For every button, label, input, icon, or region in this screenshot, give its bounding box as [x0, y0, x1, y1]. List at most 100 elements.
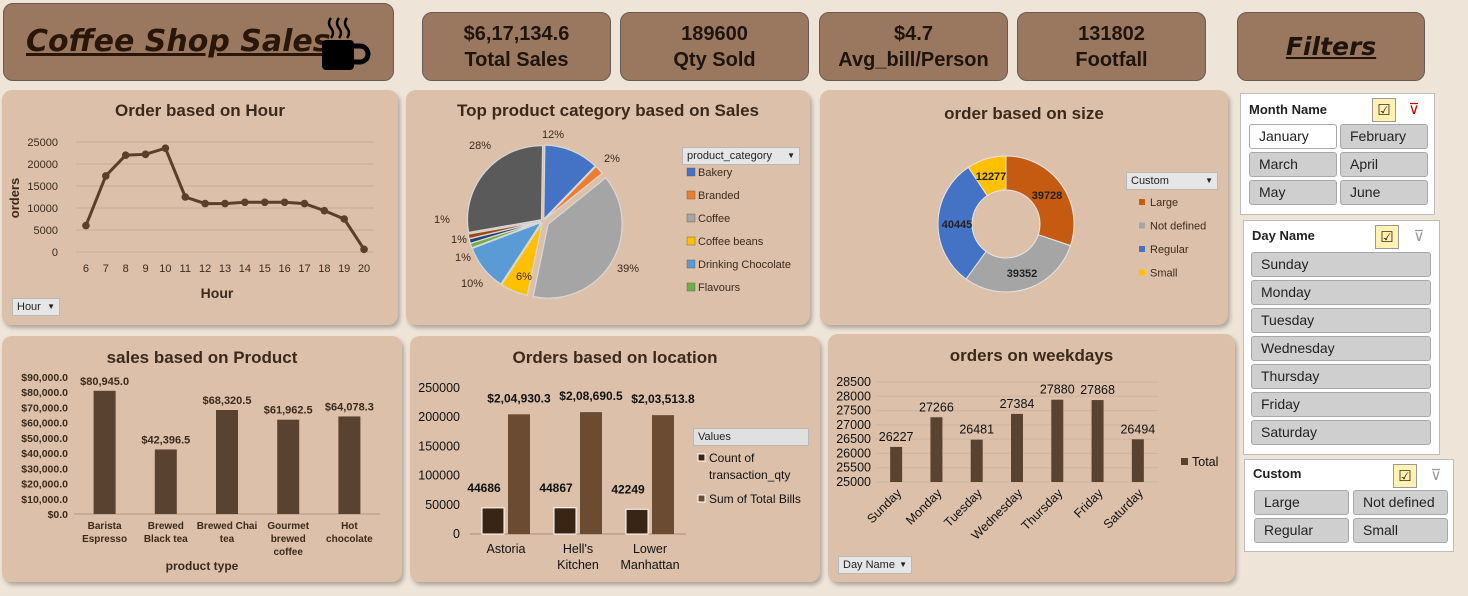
data-point	[201, 199, 209, 208]
x-tick-label: Gourmet	[267, 521, 309, 532]
slicer-item-january[interactable]: January	[1249, 124, 1337, 149]
kpi-label: Footfall	[1075, 48, 1148, 71]
pie-data-label: 1%	[455, 252, 471, 264]
slicer-item-large[interactable]: Large	[1254, 490, 1349, 515]
y-tick-label: $10,000.0	[21, 494, 68, 506]
clear-filter-icon[interactable]: ⊽	[1425, 464, 1447, 486]
data-point	[121, 151, 130, 159]
multi-select-icon[interactable]: ☑	[1372, 98, 1396, 122]
x-tick-label: 9	[142, 263, 148, 275]
legend-swatch	[686, 236, 696, 246]
bar-data-label: $80,945.0	[80, 376, 129, 388]
x-tick-label: Thursday	[1019, 486, 1066, 533]
slicer-item-may[interactable]: May	[1249, 180, 1337, 205]
legend-entry: Small	[1150, 268, 1178, 280]
clear-filter-icon[interactable]: ⊽	[1408, 225, 1430, 247]
slicer-item-wednesday[interactable]: Wednesday	[1251, 336, 1431, 361]
kpi-value: $4.7	[894, 22, 933, 45]
y-tick-label: 10000	[27, 203, 58, 215]
legend-entry: Bakery	[698, 167, 733, 179]
x-tick-label: 11	[180, 263, 191, 275]
pie-data-label: 1%	[434, 214, 450, 226]
bar-data-label: $2,08,690.5	[559, 389, 623, 403]
size-legend-filter[interactable]: Custom ▼	[1126, 172, 1218, 190]
legend-entry: Branded	[698, 190, 740, 202]
legend-swatch	[1139, 269, 1145, 276]
y-tick-label: 25000	[836, 475, 871, 489]
slicer-item-small[interactable]: Small	[1353, 518, 1448, 543]
y-tick-label: 250000	[418, 381, 460, 395]
bar	[338, 416, 361, 514]
slicer-item-june[interactable]: June	[1340, 180, 1428, 205]
x-tick-label: 16	[278, 263, 290, 275]
product-bar-chart: $90,000.0 $80,000.0 $70,000.0 $60,000.0 $50,…	[21, 372, 380, 573]
bar-data-label: 27868	[1080, 383, 1115, 397]
filters-header: Filters	[1237, 12, 1425, 81]
data-point	[260, 198, 269, 207]
day-slicer: Day Name ☑ ⊽ Sunday Monday Tuesday Wedne…	[1243, 220, 1440, 455]
weekdays-bar-chart: 2850028000275002700026500260002550025000…	[836, 375, 1218, 543]
bar	[1011, 413, 1023, 482]
data-point	[280, 198, 289, 207]
y-tick-label: 200000	[418, 410, 460, 424]
slicer-item-monday[interactable]: Monday	[1251, 280, 1431, 305]
hour-line-chart: 25000 20000 15000 10000 5000 0 6 7 8 9 10 11 12 13 14 1…	[7, 137, 374, 301]
y-tick-label: 20000	[27, 159, 58, 171]
slicer-item-february[interactable]: February	[1340, 124, 1428, 149]
x-tick-label: Manhattan	[620, 558, 679, 572]
x-tick-label: Espresso	[82, 534, 127, 545]
slicer-item-march[interactable]: March	[1249, 152, 1337, 177]
multi-select-icon[interactable]: ☑	[1375, 225, 1399, 249]
legend-entry: Coffee beans	[698, 236, 764, 248]
bar-data-label: $42,396.5	[141, 434, 190, 446]
slicer-item-friday[interactable]: Friday	[1251, 392, 1431, 417]
bar	[1051, 399, 1064, 482]
legend-swatch	[1139, 222, 1145, 229]
kpi-value: 131802	[1078, 22, 1145, 45]
y-axis-label: orders	[7, 178, 22, 218]
bar-data-label: 26227	[879, 430, 914, 444]
x-tick-label: 10	[159, 263, 171, 275]
x-tick-label: Black tea	[144, 534, 188, 545]
location-legend-title[interactable]: Values	[693, 428, 809, 446]
legend-swatch	[686, 190, 696, 200]
hour-field-button[interactable]: Hour ▼	[12, 298, 60, 316]
bar	[930, 417, 943, 482]
series-line	[84, 146, 366, 251]
pie-slice	[466, 145, 544, 234]
day-name-field-button[interactable]: Day Name ▼	[838, 556, 912, 574]
y-tick-label: 15000	[27, 181, 58, 193]
custom-slicer: Custom ☑ ⊽ Large Not defined Regular Sma…	[1244, 459, 1454, 552]
y-tick-label: $40,000.0	[21, 448, 68, 460]
x-axis-label: product type	[166, 559, 239, 573]
y-tick-label: 5000	[34, 225, 58, 237]
legend-entry: Drinking Chocolate	[698, 259, 791, 271]
legend-entry: Total	[1192, 455, 1218, 469]
clear-filter-icon[interactable]: ⊽	[1403, 98, 1425, 120]
dashboard-title: Coffee Shop Sales	[26, 24, 331, 59]
slicer-item-regular[interactable]: Regular	[1254, 518, 1349, 543]
legend-entry: Sum of Total Bills	[709, 492, 801, 506]
x-tick-label: Barista	[88, 521, 122, 532]
multi-select-icon[interactable]: ☑	[1393, 464, 1417, 488]
kpi-label: Total Sales	[464, 48, 569, 71]
legend-swatch	[697, 494, 706, 503]
slicer-item-thursday[interactable]: Thursday	[1251, 364, 1431, 389]
x-tick-label: 18	[318, 263, 330, 275]
bar-data-label: $68,320.5	[203, 395, 252, 407]
legend-entry: Coffee	[698, 213, 730, 225]
coffee-cup-icon	[322, 17, 371, 70]
product-chart-panel: sales based on Product $90,000.0 $80,000.…	[2, 336, 402, 582]
pie-data-label: 2%	[604, 153, 620, 165]
slicer-item-saturday[interactable]: Saturday	[1251, 420, 1431, 445]
donut-data-label: 39728	[1032, 190, 1063, 202]
slicer-item-april[interactable]: April	[1340, 152, 1428, 177]
slicer-item-not-defined[interactable]: Not defined	[1353, 490, 1448, 515]
slicer-item-sunday[interactable]: Sunday	[1251, 252, 1431, 277]
slicer-item-tuesday[interactable]: Tuesday	[1251, 308, 1431, 333]
donut-slice	[965, 234, 1072, 293]
category-legend-filter[interactable]: product_category ▼	[682, 147, 800, 165]
y-tick-label: 100000	[418, 469, 460, 483]
x-tick-label: Brewed	[148, 521, 184, 532]
y-tick-label: 25500	[836, 461, 871, 475]
